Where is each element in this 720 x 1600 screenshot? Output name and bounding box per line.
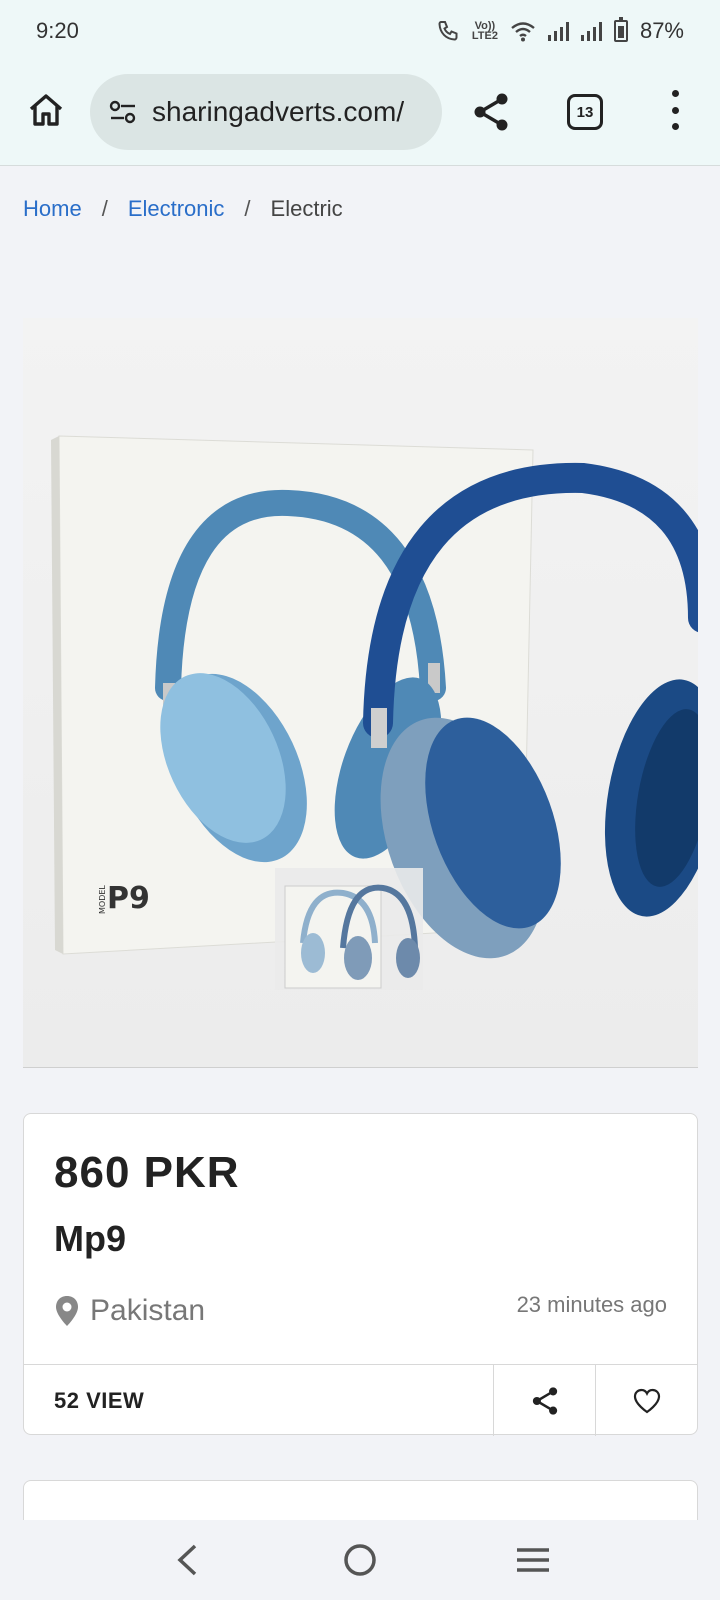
battery-percent: 87% [639,18,684,43]
box-brand-text: P9 [107,881,150,916]
share-icon[interactable] [472,92,510,132]
box-brand-small-text: MODEL [98,885,107,914]
favorite-button[interactable] [595,1365,697,1436]
browser-toolbar: sharingadverts.com/ 13 [0,62,720,166]
call-icon [438,21,458,41]
listing-title: Mp9 [54,1218,126,1259]
url-text: sharingadverts.com/ [152,96,405,127]
card-footer: 52 VIEW [24,1364,697,1436]
address-bar[interactable]: sharingadverts.com/ [90,74,442,150]
lte-indicator: Vo)) LTE2 [471,21,498,42]
headphones-illustration: P9 MODEL [51,435,698,990]
breadcrumb-category[interactable]: Electronic [128,196,225,222]
breadcrumb: Home / Electronic / Electric [23,196,343,222]
view-count: 52 VIEW [54,1387,145,1413]
tab-count: 13 [576,103,594,121]
tab-switcher-button[interactable]: 13 [567,94,603,130]
breadcrumb-separator: / [244,196,251,221]
home-circle-icon [344,1544,376,1576]
location: Pakistan [54,1294,205,1328]
more-options-icon[interactable] [665,90,685,130]
breadcrumb-current: Electric [270,196,343,221]
site-settings-icon[interactable] [108,97,138,127]
posted-time: 23 minutes ago [516,1292,667,1317]
location-pin-icon [56,1296,78,1326]
recents-button[interactable] [503,1530,563,1590]
breadcrumb-separator: / [101,196,108,221]
wifi-icon [511,22,535,42]
listing-info-card: 860 PKR Mp9 Pakistan 23 minutes ago 52 V… [23,1113,698,1436]
status-time: 9:20 [36,18,79,43]
share-icon [532,1386,557,1415]
product-image[interactable]: P9 MODEL [23,318,698,1068]
share-listing-button[interactable] [493,1365,595,1436]
signal-icon-2 [580,21,602,41]
battery-icon [613,17,628,42]
back-icon [177,1544,196,1576]
system-nav-bar [0,1520,720,1600]
recents-icon [517,1548,550,1572]
location-text: Pakistan [90,1294,206,1327]
heart-icon [633,1388,660,1413]
price: 860 PKR [54,1148,240,1197]
status-bar: 9:20 Vo)) LTE2 87% [0,0,720,62]
status-icons: Vo)) LTE2 87% [436,17,684,44]
breadcrumb-home[interactable]: Home [23,196,82,222]
signal-icon-1 [547,21,569,41]
home-icon[interactable] [26,90,66,130]
home-nav-button[interactable] [330,1530,390,1590]
back-button[interactable] [157,1530,217,1590]
lte-bottom-label: LTE2 [471,30,498,42]
